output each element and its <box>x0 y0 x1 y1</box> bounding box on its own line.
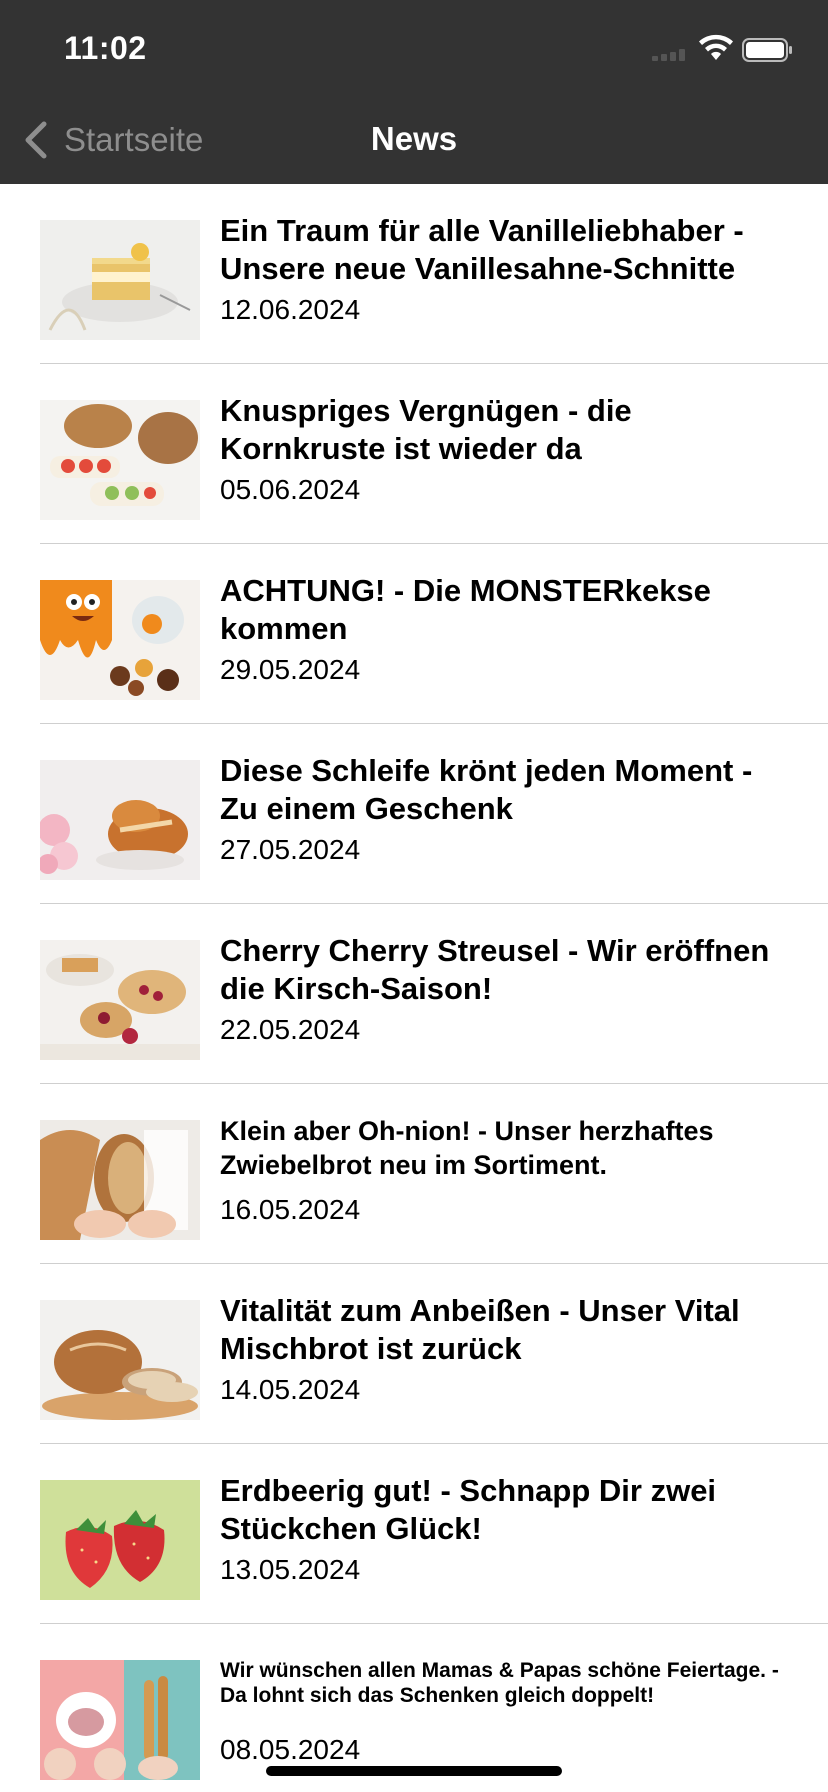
news-list-item[interactable]: Knuspriges Vergnügen - die Kornkruste is… <box>0 364 828 544</box>
gift-pastry-image <box>40 1660 200 1780</box>
news-title: Klein aber Oh-nion! - Unser herzhaftes Z… <box>220 1116 714 1180</box>
cellular-signal-icon <box>652 49 685 61</box>
home-indicator[interactable] <box>266 1766 562 1776</box>
news-date: 12.06.2024 <box>220 294 361 325</box>
news-title: Wir wünschen allen Mamas & Papas schöne … <box>220 1659 779 1707</box>
news-list-item[interactable]: Klein aber Oh-nion! - Unser herzhaftes Z… <box>0 1084 828 1264</box>
news-title: Knuspriges Vergnügen - die Kornkruste is… <box>220 393 632 466</box>
vanilla-cake-image <box>40 220 200 340</box>
news-list-item[interactable]: ACHTUNG! - Die MONSTERkekse kommen 29.05… <box>0 544 828 724</box>
news-list-item[interactable]: Diese Schleife krönt jeden Moment - Zu e… <box>0 724 828 904</box>
news-list: Ein Traum für alle Vanilleliebhaber - Un… <box>0 184 828 1792</box>
monster-cookies-image <box>40 580 200 700</box>
cherry-streusel-image <box>40 940 200 1060</box>
bread-sandwich-image <box>40 400 200 520</box>
news-title: Cherry Cherry Streusel - Wir eröffnen di… <box>220 933 770 1006</box>
news-title: ACHTUNG! - Die MONSTERkekse kommen <box>220 573 711 646</box>
news-date: 05.06.2024 <box>220 474 361 505</box>
news-date: 22.05.2024 <box>220 1014 361 1045</box>
news-title: Vitalität zum Anbeißen - Unser Vital Mis… <box>220 1293 740 1366</box>
onion-bread-image <box>40 1120 200 1240</box>
news-title: Erdbeerig gut! - Schnapp Dir zwei Stückc… <box>220 1473 717 1546</box>
news-date: 16.05.2024 <box>220 1194 361 1225</box>
news-date: 13.05.2024 <box>220 1554 361 1585</box>
news-date: 29.05.2024 <box>220 654 361 685</box>
page-title: News <box>370 120 458 157</box>
news-date: 27.05.2024 <box>220 834 361 865</box>
strawberries-image <box>40 1480 200 1600</box>
wifi-icon <box>699 34 733 60</box>
status-bar: 11:02 <box>0 0 828 96</box>
news-list-item[interactable]: Erdbeerig gut! - Schnapp Dir zwei Stückc… <box>0 1444 828 1624</box>
news-list-item[interactable]: Ein Traum für alle Vanilleliebhaber - Un… <box>0 184 828 364</box>
mixed-bread-image <box>40 1300 200 1420</box>
news-list-item[interactable]: Vitalität zum Anbeißen - Unser Vital Mis… <box>0 1264 828 1444</box>
navigation-bar: Startseite News <box>0 96 828 184</box>
news-title: Diese Schleife krönt jeden Moment - Zu e… <box>220 753 753 826</box>
news-date: 08.05.2024 <box>220 1734 361 1765</box>
news-date: 14.05.2024 <box>220 1374 361 1405</box>
braided-pastry-image <box>40 760 200 880</box>
news-list-item[interactable]: Cherry Cherry Streusel - Wir eröffnen di… <box>0 904 828 1084</box>
news-title: Ein Traum für alle Vanilleliebhaber - Un… <box>220 213 744 286</box>
battery-icon <box>742 38 792 62</box>
status-time: 11:02 <box>64 30 147 66</box>
